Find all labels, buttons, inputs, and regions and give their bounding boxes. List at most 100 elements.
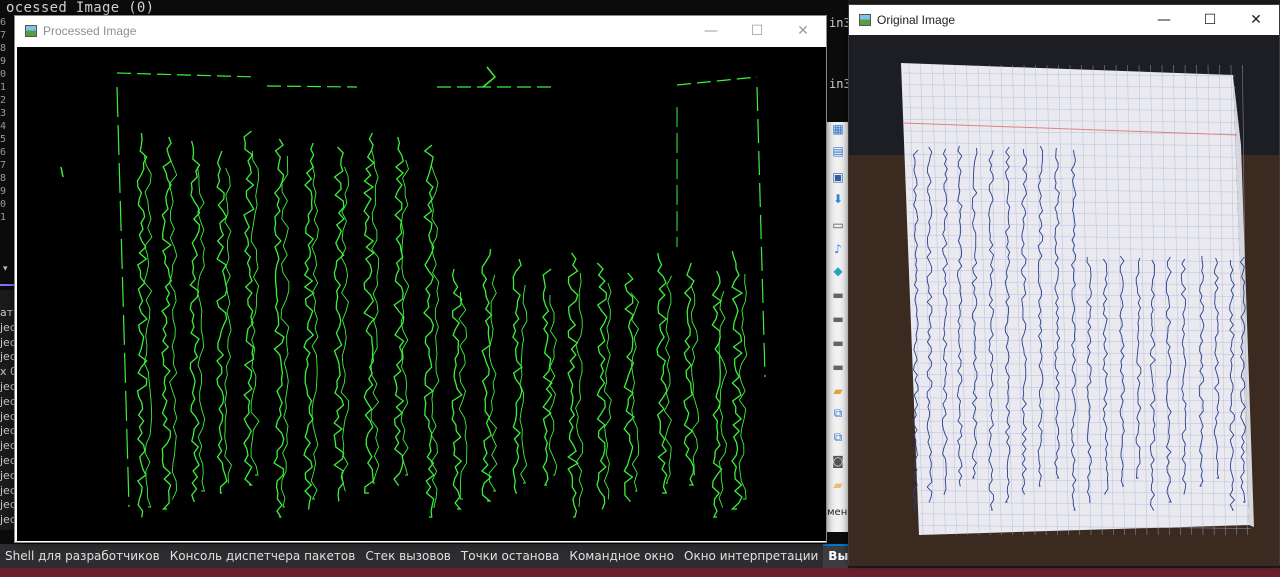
line-number: 8 [0, 173, 7, 184]
window-icon[interactable]: ▭ [831, 218, 845, 232]
handwriting-stroke [488, 274, 498, 492]
network-icon[interactable]: ⧉ [831, 430, 845, 444]
tab-item[interactable]: Стек вызовов [360, 544, 456, 568]
tab-item[interactable]: Консоль диспетчера пакетов [165, 544, 361, 568]
page-edge [116, 86, 130, 508]
line-number: 9 [0, 56, 7, 67]
console-title: ocessed Image (0) [6, 0, 155, 16]
handwriting-stroke [340, 166, 350, 492]
film-icon[interactable]: ▣ [831, 170, 845, 184]
page-edge [116, 72, 258, 78]
line-number: 5 [0, 134, 7, 145]
bottom-tool-tabs: Shell для разработчиков Консоль диспетчер… [0, 544, 848, 568]
handwriting-stroke [430, 164, 440, 508]
folder-icon[interactable]: ▰ [831, 384, 845, 398]
line-number: 6 [0, 17, 7, 28]
tab-item[interactable]: Точки останова [456, 544, 565, 568]
handwriting-stroke [567, 252, 580, 518]
handwriting-stroke [280, 155, 290, 508]
line-number: 0 [0, 69, 7, 80]
window-title: Processed Image [43, 24, 137, 38]
handwriting-stroke [310, 165, 319, 500]
music-icon[interactable]: ♪ [831, 242, 845, 256]
app-icon [25, 25, 37, 37]
line-number-gutter: 6 7 8 9 0 1 2 3 4 5 6 7 8 9 0 1 [0, 16, 14, 224]
page-edge [266, 85, 358, 88]
disk-icon[interactable]: ◙ [831, 454, 845, 468]
maximize-button[interactable]: ☐ [1187, 5, 1233, 35]
handwriting-stroke [303, 142, 315, 510]
line-number: 0 [0, 199, 7, 210]
handwriting-stroke [656, 252, 668, 494]
handwriting-stroke [273, 138, 285, 518]
handwriting-stroke [480, 248, 493, 502]
drive-icon[interactable]: ▬ [831, 336, 845, 350]
maximize-button[interactable]: ☐ [734, 16, 780, 46]
collapse-icon[interactable]: ▾ [3, 264, 8, 274]
close-button[interactable]: ✕ [1233, 5, 1279, 35]
original-image-canvas [849, 35, 1279, 566]
line-number: 1 [0, 82, 7, 93]
handwriting-stroke [482, 66, 497, 88]
tab-item[interactable]: Вывод [823, 544, 848, 568]
page-edge [676, 76, 758, 86]
window-title: Original Image [877, 13, 956, 27]
folder-icon[interactable]: ▰ [831, 478, 845, 492]
handwriting-stroke [738, 273, 748, 500]
handwriting-stroke [143, 155, 153, 508]
console-fragment: in3 [829, 16, 851, 30]
line-number: 3 [0, 108, 7, 119]
handwriting-stroke [451, 268, 463, 510]
processed-image-window[interactable]: Processed Image — ☐ ✕ [14, 15, 827, 543]
grid-icon[interactable]: ▦ [831, 122, 845, 136]
original-image-window[interactable]: Original Image — ☐ ✕ [848, 4, 1280, 566]
handwriting-stroke [393, 136, 405, 486]
handwriting-stroke [189, 140, 201, 502]
handwriting-stroke [363, 132, 375, 494]
document-icon[interactable]: ▤ [831, 144, 845, 158]
handwriting-stroke [161, 136, 173, 510]
handwriting-stroke [690, 285, 700, 476]
original-window-titlebar[interactable]: Original Image — ☐ ✕ [849, 5, 1279, 35]
line-number: 2 [0, 95, 7, 106]
line-number: 7 [0, 30, 7, 41]
handwriting-stroke [370, 149, 380, 484]
page-edge [756, 86, 766, 378]
line-number: 4 [0, 121, 7, 132]
handwriting-stroke [168, 156, 178, 500]
minimize-button[interactable]: — [688, 16, 734, 46]
handwriting-stroke [519, 284, 528, 484]
drive-icon[interactable]: ▬ [831, 312, 845, 326]
line-number: 6 [0, 147, 7, 158]
tab-item[interactable]: Командное окно [564, 544, 679, 568]
tab-item[interactable]: Shell для разработчиков [0, 544, 165, 568]
handwriting-stroke [623, 272, 635, 502]
network-icon[interactable]: ⧉ [831, 406, 845, 420]
line-number: 8 [0, 43, 7, 54]
cube-icon[interactable]: ◆ [831, 264, 845, 278]
handwriting-stroke [196, 166, 206, 492]
line-number: 9 [0, 186, 7, 197]
toolbox-label: мен [827, 507, 848, 518]
toolbox-strip: ▦ ▤ ▣ ⬇ ▭ ♪ ◆ ▬ ▬ ▬ ▬ ▰ ⧉ ⧉ ◙ ▰ мен [826, 122, 848, 532]
tab-item[interactable]: Окно интерпретации [679, 544, 823, 568]
handwriting-stroke [423, 144, 435, 518]
minimize-button[interactable]: — [1141, 5, 1187, 35]
drive-icon[interactable]: ▬ [831, 288, 845, 302]
drive-icon[interactable]: ▬ [831, 360, 845, 374]
handwriting-stroke [575, 272, 584, 508]
speck [60, 166, 64, 178]
notebook-page-photo [849, 35, 1279, 566]
line-number: 1 [0, 212, 7, 223]
close-button[interactable]: ✕ [780, 16, 826, 46]
processed-window-titlebar[interactable]: Processed Image — ☐ ✕ [15, 16, 826, 46]
handwriting-stroke [512, 258, 523, 494]
processed-image-canvas [17, 47, 826, 541]
handwriting-stroke [243, 130, 255, 486]
handwriting-stroke [718, 290, 728, 508]
app-icon [859, 14, 871, 26]
download-icon[interactable]: ⬇ [831, 192, 845, 206]
status-bar [0, 568, 1280, 577]
edge-detected-handwriting [60, 66, 766, 518]
console-fragment: in3 [829, 77, 851, 91]
